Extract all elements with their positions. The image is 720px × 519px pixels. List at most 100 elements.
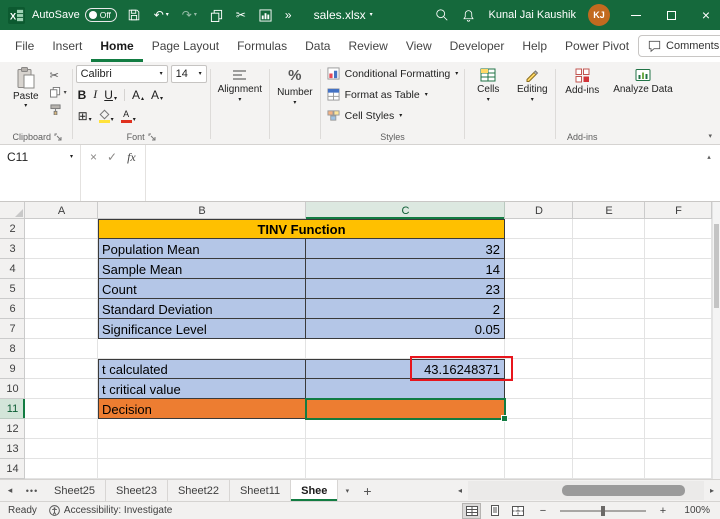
menu-tab-power-pivot[interactable]: Power Pivot	[556, 30, 638, 62]
cell-D4[interactable]	[505, 259, 573, 279]
cell-F8[interactable]	[645, 339, 712, 359]
cell-D13[interactable]	[505, 439, 573, 459]
underline-button[interactable]: U ▾	[102, 87, 119, 102]
cell-E12[interactable]	[573, 419, 645, 439]
menu-tab-developer[interactable]: Developer	[441, 30, 514, 62]
cell-C9[interactable]: 43.16248371	[306, 359, 505, 379]
column-header-D[interactable]: D	[505, 202, 573, 219]
collapse-formula-bar-icon[interactable]: ▴	[698, 145, 720, 201]
autosave-control[interactable]: AutoSave Off	[32, 8, 117, 22]
add-ins-button[interactable]: Add-ins	[559, 64, 605, 96]
cell-B2[interactable]: TINV Function	[98, 219, 505, 239]
font-dialog-launcher-icon[interactable]	[148, 133, 156, 141]
cell-A7[interactable]	[25, 319, 98, 339]
cell-F7[interactable]	[645, 319, 712, 339]
cell-A9[interactable]	[25, 359, 98, 379]
cell-D3[interactable]	[505, 239, 573, 259]
cell-D2[interactable]	[505, 219, 573, 239]
zoom-slider-knob[interactable]	[601, 505, 605, 516]
cell-C6[interactable]: 2	[306, 299, 505, 319]
menu-tab-help[interactable]: Help	[513, 30, 556, 62]
new-sheet-button[interactable]: +	[356, 480, 378, 501]
cell-B8[interactable]	[98, 339, 306, 359]
comments-button[interactable]: Comments	[638, 35, 720, 57]
cell-C14[interactable]	[306, 459, 505, 479]
cell-B6[interactable]: Standard Deviation	[98, 299, 306, 319]
cell-D8[interactable]	[505, 339, 573, 359]
avatar[interactable]: KJ	[588, 4, 610, 26]
cell-F3[interactable]	[645, 239, 712, 259]
cell-D10[interactable]	[505, 379, 573, 399]
copy-quick-button[interactable]	[207, 0, 226, 30]
column-header-E[interactable]: E	[573, 202, 645, 219]
cell-A10[interactable]	[25, 379, 98, 399]
sheet-tab-sheet22[interactable]: Sheet22	[168, 480, 230, 501]
cell-C3[interactable]: 32	[306, 239, 505, 259]
zoom-out-button[interactable]: −	[538, 505, 548, 517]
redo-button[interactable]: ↷ ▾	[179, 0, 200, 30]
cell-C12[interactable]	[306, 419, 505, 439]
horizontal-scrollbar[interactable]: ◂ ▸	[452, 481, 720, 500]
cell-E2[interactable]	[573, 219, 645, 239]
horizontal-scrollbar-thumb[interactable]	[562, 485, 686, 496]
cell-B7[interactable]: Significance Level	[98, 319, 306, 339]
format-as-table-button[interactable]: Format as Table ▾	[324, 85, 431, 104]
cell-B9[interactable]: t calculated	[98, 359, 306, 379]
cell-E10[interactable]	[573, 379, 645, 399]
cell-F11[interactable]	[645, 399, 712, 419]
cell-A3[interactable]	[25, 239, 98, 259]
undo-button[interactable]: ↶ ▾	[151, 0, 172, 30]
cell-C4[interactable]: 14	[306, 259, 505, 279]
enter-button[interactable]: ✓	[107, 150, 117, 164]
cell-F5[interactable]	[645, 279, 712, 299]
cell-E3[interactable]	[573, 239, 645, 259]
insert-function-button[interactable]: fx	[127, 150, 136, 165]
fill-handle[interactable]	[501, 415, 508, 422]
row-header-13[interactable]: 13	[0, 439, 25, 459]
number-format-button[interactable]: % Number ▾	[271, 64, 319, 144]
cell-E11[interactable]	[573, 399, 645, 419]
cell-E13[interactable]	[573, 439, 645, 459]
menu-tab-formulas[interactable]: Formulas	[228, 30, 296, 62]
italic-button[interactable]: I	[91, 87, 99, 102]
sheet-tab-sheet11[interactable]: Sheet11	[230, 480, 292, 501]
page-layout-view-button[interactable]	[486, 504, 503, 518]
cell-F6[interactable]	[645, 299, 712, 319]
cell-C10[interactable]	[306, 379, 505, 399]
cut-quick-button[interactable]: ✂	[233, 0, 249, 30]
excel-app-icon[interactable]: X	[8, 6, 25, 24]
cell-A12[interactable]	[25, 419, 98, 439]
quick-access-overflow-icon[interactable]: »	[282, 0, 295, 30]
vertical-scrollbar[interactable]	[712, 202, 720, 479]
cell-F2[interactable]	[645, 219, 712, 239]
cell-A6[interactable]	[25, 299, 98, 319]
normal-view-button[interactable]	[462, 502, 481, 519]
cell-C8[interactable]	[306, 339, 505, 359]
cell-E8[interactable]	[573, 339, 645, 359]
menu-tab-data[interactable]: Data	[296, 30, 339, 62]
cell-A14[interactable]	[25, 459, 98, 479]
cell-F9[interactable]	[645, 359, 712, 379]
accessibility-status[interactable]: Accessibility: Investigate	[49, 505, 172, 516]
sheet-overflow-indicator[interactable]: •••	[20, 480, 44, 501]
borders-button[interactable]: ⊞ ▾	[76, 108, 94, 123]
paste-button[interactable]: Paste ▾	[6, 64, 46, 109]
cell-D6[interactable]	[505, 299, 573, 319]
cell-C7[interactable]: 0.05	[306, 319, 505, 339]
row-header-11[interactable]: 11	[0, 399, 25, 419]
status-mode[interactable]: Ready	[8, 505, 37, 516]
cell-B3[interactable]: Population Mean	[98, 239, 306, 259]
formula-input[interactable]	[146, 145, 698, 201]
row-header-2[interactable]: 2	[0, 219, 25, 239]
increase-font-size-button[interactable]: A ▴	[130, 87, 146, 102]
zoom-in-button[interactable]: +	[658, 505, 668, 517]
cell-A11[interactable]	[25, 399, 98, 419]
editing-button[interactable]: Editing ▾	[510, 64, 554, 144]
analyze-data-button[interactable]: Analyze Data	[607, 64, 678, 144]
document-title[interactable]: sales.xlsx ▾	[314, 8, 373, 22]
cell-D5[interactable]	[505, 279, 573, 299]
cell-B14[interactable]	[98, 459, 306, 479]
cell-D9[interactable]	[505, 359, 573, 379]
sheet-tab-sheet23[interactable]: Sheet23	[106, 480, 168, 501]
cell-E9[interactable]	[573, 359, 645, 379]
